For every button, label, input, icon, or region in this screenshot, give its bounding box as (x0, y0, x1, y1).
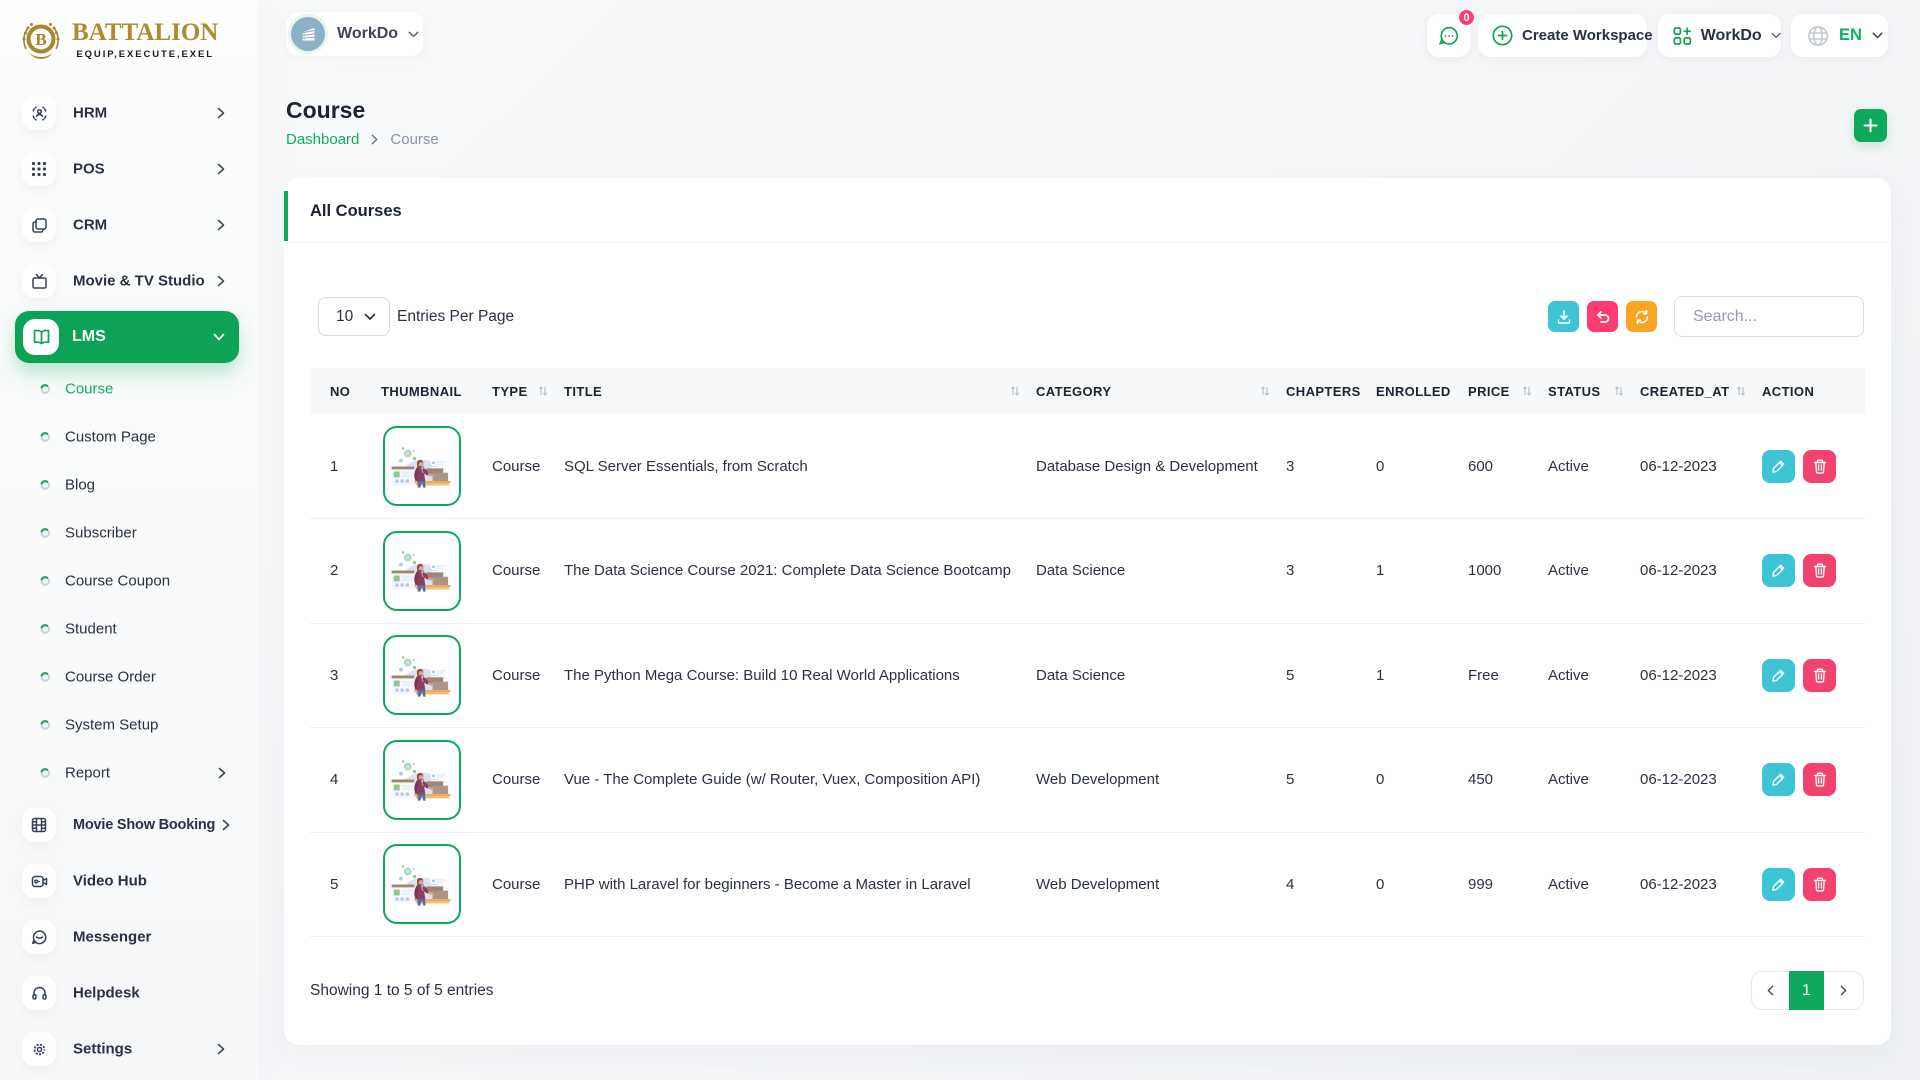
svg-text:B: B (35, 30, 46, 49)
